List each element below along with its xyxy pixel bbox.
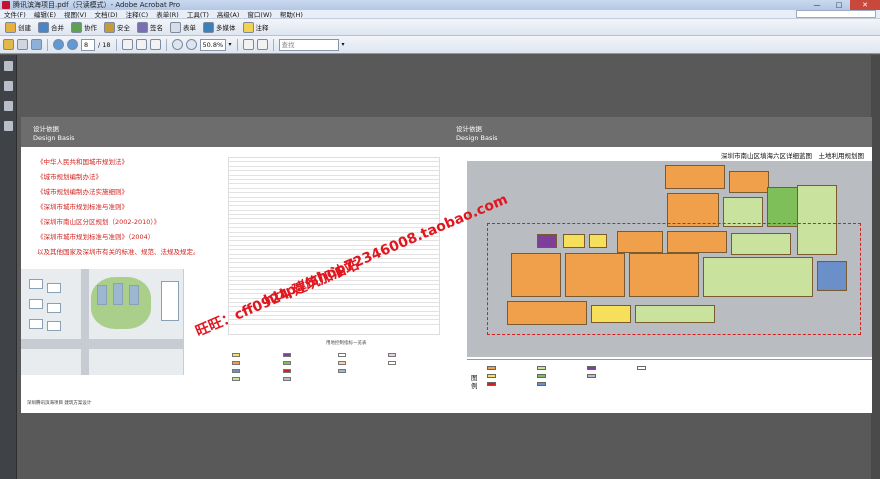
marquee-zoom-icon[interactable] (149, 39, 161, 50)
page-number-input[interactable]: 8 (81, 38, 95, 51)
multimedia-button[interactable]: 多媒体 (201, 21, 238, 34)
navigation-toolbar: 8 / 18 50.8% ▾ 查找 ▾ (0, 36, 880, 54)
navigation-sidebar (0, 55, 17, 479)
vertical-scrollbar[interactable] (871, 55, 880, 479)
acrobat-app-icon (2, 1, 10, 9)
basis-item: 《城市规划编制办法》 (37, 173, 102, 181)
site-plan-thumbnail (21, 269, 184, 375)
menu-advanced[interactable]: 高级(A) (213, 9, 244, 19)
maximize-button[interactable]: □ (828, 0, 850, 10)
page-footer: 深圳腾讯滨海项目 建筑方案设计 (27, 401, 92, 406)
basis-item: 《深圳市城市规划标准与准则》 (37, 203, 128, 211)
table-row (229, 320, 439, 325)
menu-help[interactable]: 帮助(H) (276, 9, 307, 19)
combine-icon (38, 21, 49, 33)
menu-file[interactable]: 文件(F) (0, 9, 30, 19)
page-header-band: 设计依据 Design Basis 设计依据 Design Basis (21, 117, 872, 147)
forms-button[interactable]: 表单 (168, 21, 198, 34)
table-caption: 用地控制指标一览表 (326, 341, 367, 346)
menu-tools[interactable]: 工具(T) (183, 9, 213, 19)
land-use-plan-map (467, 161, 872, 357)
secure-button[interactable]: 安全 (102, 21, 132, 34)
right-panel: 深圳市南山区填海六区详细蓝图 土地利用规划图 图例 (467, 147, 872, 413)
design-basis-list: 《中华人民共和国城市规划法》 《城市规划编制办法》 《城市规划编制办法实施细则》… (37, 155, 222, 260)
fit-page-icon[interactable] (242, 39, 254, 50)
select-tool-icon[interactable] (121, 39, 133, 50)
email-icon[interactable] (31, 39, 42, 50)
right-heading-en: Design Basis (456, 134, 498, 142)
sign-icon (137, 21, 148, 33)
pdf-page: 设计依据 Design Basis 设计依据 Design Basis 《中华人… (21, 117, 872, 413)
find-dropdown-icon[interactable]: ▾ (342, 41, 345, 48)
menu-view[interactable]: 视图(V) (60, 9, 91, 19)
zoom-out-icon[interactable] (171, 39, 183, 50)
comment-icon (242, 21, 254, 33)
menu-comments[interactable]: 注释(C) (122, 9, 153, 19)
lock-icon (104, 21, 115, 33)
left-heading-cn: 设计依据 (33, 125, 59, 133)
fit-width-icon[interactable] (256, 39, 268, 50)
find-input[interactable]: 查找 (278, 38, 339, 51)
page-total: / 18 (98, 40, 111, 49)
bookmarks-icon[interactable] (3, 101, 13, 111)
menu-forms[interactable]: 表单(R) (152, 9, 183, 19)
right-heading-cn: 设计依据 (456, 125, 482, 133)
combine-button[interactable]: 合并 (36, 21, 66, 34)
basis-item: 《深圳市南山区分区规划（2002-2010）》 (37, 218, 161, 226)
left-panel: 《中华人民共和国城市规划法》 《城市规划编制办法》 《城市规划编制办法实施细则》… (21, 147, 441, 413)
close-button[interactable]: ✕ (850, 0, 880, 10)
zoom-dropdown-icon[interactable]: ▾ (229, 41, 232, 48)
basis-item: 《中华人民共和国城市规划法》 (37, 158, 128, 166)
menu-document[interactable]: 文档(D) (91, 9, 122, 19)
create-pdf-icon (5, 21, 16, 33)
forms-icon (170, 21, 181, 33)
help-search-input[interactable] (796, 10, 876, 18)
collaborate-icon (71, 21, 82, 33)
land-use-plan-title: 深圳市南山区填海六区详细蓝图 土地利用规划图 (721, 152, 864, 160)
signatures-icon[interactable] (3, 121, 13, 131)
left-legend (228, 347, 440, 395)
open-folder-icon[interactable] (3, 39, 14, 50)
previous-page-icon[interactable] (53, 39, 64, 50)
create-button[interactable]: 创建 (3, 21, 33, 34)
print-icon[interactable] (17, 39, 28, 50)
basis-item: 《深圳市城市规划标准与准则》（2004） (37, 233, 155, 241)
sign-button[interactable]: 签名 (135, 21, 165, 34)
minimize-button[interactable]: — (806, 0, 828, 10)
menu-edit[interactable]: 编辑(E) (30, 9, 60, 19)
left-heading-en: Design Basis (33, 134, 75, 142)
lock-icon[interactable] (3, 61, 13, 71)
comment-button[interactable]: 注释 (241, 21, 271, 34)
zoom-in-icon[interactable] (185, 39, 197, 50)
basis-item: 《城市规划编制办法实施细则》 (37, 188, 128, 196)
right-legend: 图例 (467, 359, 872, 403)
next-page-icon[interactable] (67, 39, 78, 50)
pages-icon[interactable] (3, 81, 13, 91)
basis-item: 以及其他国家及深圳市有关的标准、规范、法规及规定。 (37, 248, 200, 256)
zoom-level-input[interactable]: 50.8% (199, 38, 226, 51)
menu-bar: 文件(F) 编辑(E) 视图(V) 文档(D) 注释(C) 表单(R) 工具(T… (0, 10, 880, 19)
collaborate-button[interactable]: 协作 (69, 21, 99, 34)
menu-window[interactable]: 窗口(W) (243, 9, 276, 19)
legend-label: 图例 (471, 374, 478, 390)
multimedia-icon (203, 21, 214, 33)
hand-tool-icon[interactable] (135, 39, 147, 50)
task-toolbar: 创建 合并 协作 安全 签名 表单 多媒体 注释 (0, 19, 880, 36)
